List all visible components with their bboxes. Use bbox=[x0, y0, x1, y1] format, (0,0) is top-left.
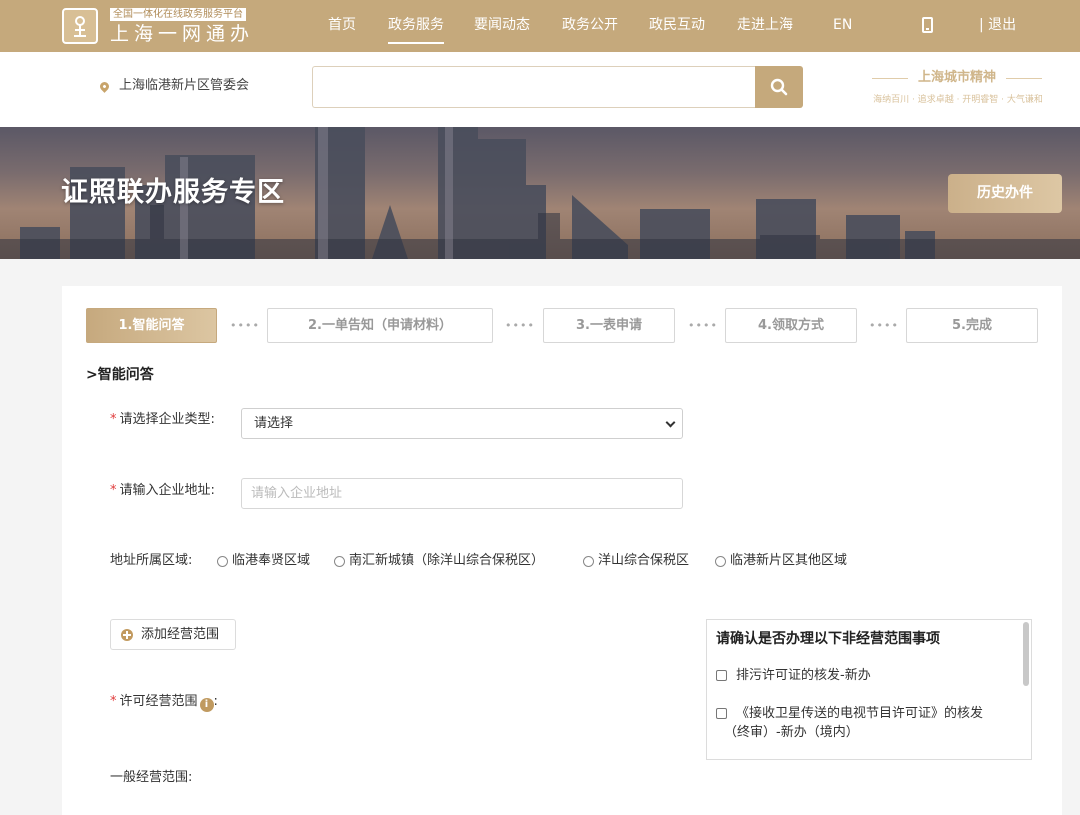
step-1[interactable]: 1.智能问答 bbox=[86, 308, 217, 343]
location-selector[interactable]: 上海临港新片区管委会 bbox=[119, 78, 249, 94]
company-type-select[interactable]: 请选择 bbox=[241, 408, 683, 439]
nav-gov-affairs-open[interactable]: 政务公开 bbox=[562, 16, 618, 34]
step-arrow: •••• bbox=[869, 319, 899, 332]
nav-english[interactable]: EN bbox=[833, 16, 852, 34]
required-mark: * bbox=[110, 694, 117, 709]
required-mark: * bbox=[110, 483, 117, 498]
company-type-label: * 请选择企业类型: bbox=[110, 412, 215, 427]
region-label: 地址所属区域: bbox=[110, 553, 193, 568]
top-navigation-bar: 全国一体化在线政务服务平台 上海一网通办 首页 政务服务 要闻动态 政务公开 政… bbox=[0, 0, 1080, 52]
nav-home[interactable]: 首页 bbox=[328, 16, 356, 34]
step-arrow: •••• bbox=[230, 319, 260, 332]
radio-circle[interactable] bbox=[583, 555, 594, 567]
licensed-scope-label: * 许可经营范围 i: bbox=[110, 694, 218, 712]
step-5[interactable]: 5.完成 bbox=[906, 308, 1038, 343]
mobile-phone-icon[interactable] bbox=[922, 17, 933, 33]
checkbox[interactable] bbox=[716, 708, 727, 719]
search-row: 上海临港新片区管委会 上海城市精神 海纳百川 · 追求卓越 · 开明睿智 · 大… bbox=[0, 52, 1080, 127]
checkbox[interactable] bbox=[716, 670, 727, 681]
step-arrow: •••• bbox=[688, 319, 718, 332]
company-type-value: 请选择 bbox=[254, 416, 294, 431]
logo-title[interactable]: 上海一网通办 bbox=[110, 23, 254, 45]
plus-circle-icon bbox=[121, 629, 133, 641]
scrollbar[interactable] bbox=[1023, 622, 1029, 686]
map-pin-icon bbox=[98, 80, 111, 93]
nav-interaction[interactable]: 政民互动 bbox=[649, 16, 705, 34]
step-2[interactable]: 2.一单告知（申请材料） bbox=[267, 308, 493, 343]
banner: 证照联办服务专区 历史办件 bbox=[0, 127, 1080, 259]
checkbox-item[interactable]: 《接收卫星传送的电视节目许可证》的核发 （终审）-新办（境内） bbox=[716, 704, 1016, 742]
radio-circle[interactable] bbox=[217, 555, 228, 567]
add-business-scope-button[interactable]: 添加经营范围 bbox=[110, 619, 236, 650]
step-arrow: •••• bbox=[505, 319, 535, 332]
logout-link[interactable]: | 退出 bbox=[979, 16, 1016, 34]
search-input[interactable] bbox=[312, 66, 756, 108]
chevron-down-icon bbox=[665, 417, 676, 428]
nav-news[interactable]: 要闻动态 bbox=[474, 16, 530, 34]
city-emblem-icon[interactable] bbox=[62, 8, 98, 44]
region-radio-other[interactable]: 临港新片区其他区域 bbox=[715, 553, 847, 569]
company-address-label: * 请输入企业地址: bbox=[110, 483, 215, 498]
radio-circle[interactable] bbox=[715, 555, 726, 567]
region-radio-yangshan[interactable]: 洋山综合保税区 bbox=[583, 553, 689, 569]
step-3[interactable]: 3.一表申请 bbox=[543, 308, 675, 343]
company-address-input[interactable] bbox=[241, 478, 683, 509]
section-title: >智能问答 bbox=[86, 367, 154, 383]
nav-gov-services[interactable]: 政务服务 bbox=[388, 16, 444, 44]
city-spirit-title: 上海城市精神 bbox=[872, 70, 1042, 86]
radio-circle[interactable] bbox=[334, 555, 345, 567]
non-scope-items-panel: 请确认是否办理以下非经营范围事项 排污许可证的核发-新办 《接收卫星传送的电视节… bbox=[706, 619, 1032, 760]
history-cases-button[interactable]: 历史办件 bbox=[948, 174, 1062, 213]
step-4[interactable]: 4.领取方式 bbox=[725, 308, 857, 343]
region-radio-nanhui[interactable]: 南汇新城镇（除洋山综合保税区） bbox=[334, 553, 544, 569]
search-icon bbox=[770, 78, 788, 96]
logo-subtitle: 全国一体化在线政务服务平台 bbox=[110, 8, 246, 21]
search-button[interactable] bbox=[755, 66, 803, 108]
general-scope-label: 一般经营范围: bbox=[110, 770, 193, 785]
info-icon[interactable]: i bbox=[199, 698, 214, 712]
service-form-card: 1.智能问答 •••• 2.一单告知（申请材料） •••• 3.一表申请 •••… bbox=[62, 286, 1062, 815]
checkbox-item[interactable]: 排污许可证的核发-新办 bbox=[716, 666, 1016, 685]
city-spirit-subtitle: 海纳百川 · 追求卓越 · 开明睿智 · 大气谦和 bbox=[873, 95, 1043, 105]
required-mark: * bbox=[110, 412, 117, 427]
panel-title: 请确认是否办理以下非经营范围事项 bbox=[716, 631, 940, 647]
banner-title: 证照联办服务专区 bbox=[61, 177, 285, 208]
nav-about-shanghai[interactable]: 走进上海 bbox=[737, 16, 793, 34]
region-radio-fengxian[interactable]: 临港奉贤区域 bbox=[217, 553, 310, 569]
